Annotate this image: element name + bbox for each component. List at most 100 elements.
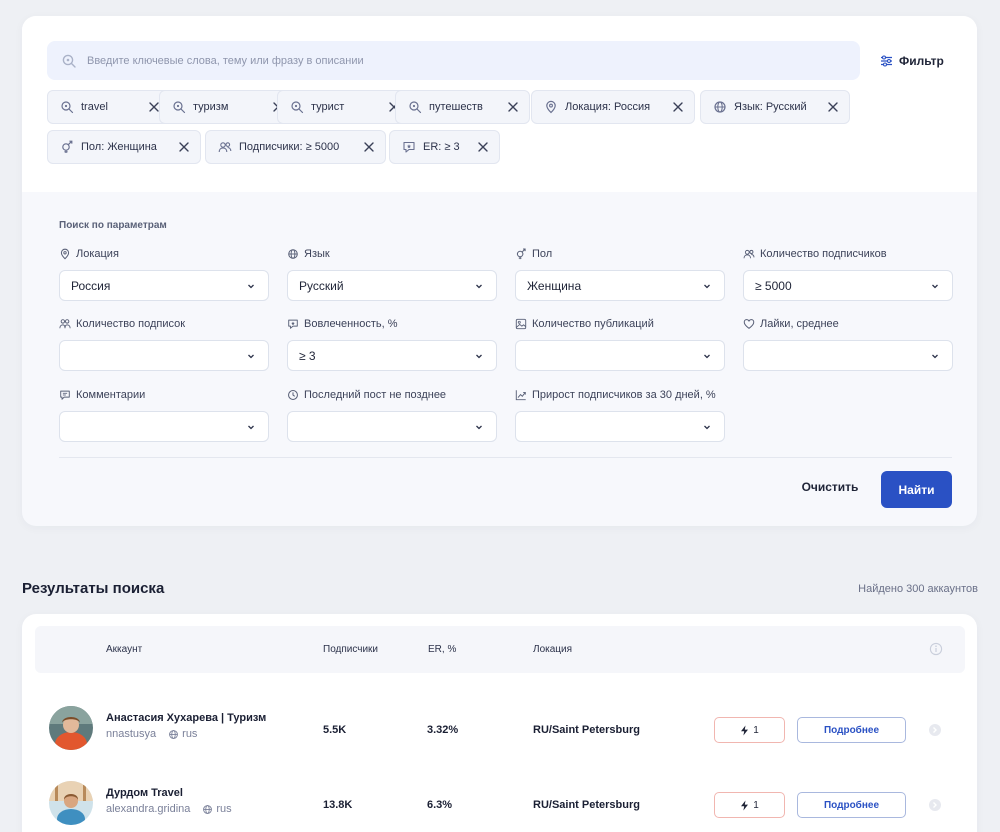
likes-avg-select[interactable] xyxy=(743,340,953,371)
arrow-right-circle-icon[interactable] xyxy=(928,723,942,737)
keyword-search-icon xyxy=(172,100,186,114)
last-post-select[interactable] xyxy=(287,411,497,442)
chip-label: ER: ≥ 3 xyxy=(423,141,460,153)
search-bar[interactable] xyxy=(47,41,860,80)
chip-label: путешеств xyxy=(429,101,483,113)
gender-select[interactable]: Женщина xyxy=(515,270,725,301)
filter-label: Фильтр xyxy=(899,54,944,68)
comment-icon xyxy=(59,389,71,401)
arrow-right-circle-icon[interactable] xyxy=(928,798,942,812)
table-row[interactable]: Анастасия Хухарева | Туризм nnastusya ru… xyxy=(22,700,977,760)
keyword-search-icon xyxy=(290,100,304,114)
results-card: Аккаунт Подписчики ER, % Локация Анастас… xyxy=(22,614,977,832)
er-value: 6.3% xyxy=(427,799,453,811)
close-icon[interactable] xyxy=(363,141,375,153)
account-language: rus xyxy=(216,803,232,815)
info-icon[interactable] xyxy=(929,642,943,656)
column-header-location: Локация xyxy=(533,644,573,655)
chevron-down-icon xyxy=(930,351,940,361)
image-icon xyxy=(515,318,527,330)
results-title: Результаты поиска xyxy=(22,580,165,597)
chip-location[interactable]: Локация: Россия xyxy=(531,90,695,124)
clear-button[interactable]: Очистить xyxy=(794,480,866,498)
field-following-count: Количество подписок xyxy=(59,317,269,371)
account-name[interactable]: Дурдом Travel xyxy=(106,787,183,799)
boost-button[interactable]: 1 xyxy=(714,792,785,818)
chip-keyword-travel-ru[interactable]: путешеств xyxy=(395,90,530,124)
chip-er[interactable]: ER: ≥ 3 xyxy=(389,130,500,164)
field-label: Количество подписчиков xyxy=(760,248,887,260)
close-icon[interactable] xyxy=(827,101,839,113)
chevron-down-icon xyxy=(702,422,712,432)
close-icon[interactable] xyxy=(507,101,519,113)
chip-keyword-tourism[interactable]: туризм xyxy=(159,90,295,124)
table-header: Аккаунт Подписчики ER, % Локация xyxy=(35,626,965,673)
followers-growth-select[interactable] xyxy=(515,411,725,442)
engagement-select[interactable]: ≥ 3 xyxy=(287,340,497,371)
close-icon[interactable] xyxy=(672,101,684,113)
chip-language[interactable]: Язык: Русский xyxy=(700,90,850,124)
search-icon xyxy=(61,53,77,69)
table-row[interactable]: Дурдом Travel alexandra.gridina rus 13.8… xyxy=(22,775,977,832)
field-value: ≥ 5000 xyxy=(755,278,792,293)
avatar[interactable] xyxy=(49,781,93,825)
field-language: Язык Русский xyxy=(287,247,497,301)
avatar[interactable] xyxy=(49,706,93,750)
boost-button[interactable]: 1 xyxy=(714,717,785,743)
find-button[interactable]: Найти xyxy=(881,471,952,508)
keyword-search-icon xyxy=(408,100,422,114)
posts-count-select[interactable] xyxy=(515,340,725,371)
growth-chart-icon xyxy=(515,389,527,401)
search-input[interactable] xyxy=(87,54,860,67)
chip-label: туризм xyxy=(193,101,229,113)
field-label: Язык xyxy=(304,248,330,260)
search-zone: Фильтр travel туризм турист путешеств xyxy=(22,16,977,192)
account-language: rus xyxy=(182,728,198,740)
lightning-icon xyxy=(740,800,749,811)
clock-icon xyxy=(287,389,299,401)
chevron-down-icon xyxy=(702,281,712,291)
globe-icon xyxy=(713,100,727,114)
chip-keyword-travel[interactable]: travel xyxy=(47,90,171,124)
field-label: Лайки, среднее xyxy=(760,318,839,330)
field-label: Количество подписок xyxy=(76,318,186,330)
location-select[interactable]: Россия xyxy=(59,270,269,301)
results-count: Найдено 300 аккаунтов xyxy=(858,583,978,595)
details-button[interactable]: Подробнее xyxy=(797,717,906,743)
chip-keyword-tourist[interactable]: турист xyxy=(277,90,411,124)
chip-label: Локация: Россия xyxy=(565,101,651,113)
divider xyxy=(59,457,952,458)
chevron-down-icon xyxy=(474,351,484,361)
field-label: Комментарии xyxy=(76,389,146,401)
followers-count-select[interactable]: ≥ 5000 xyxy=(743,270,953,301)
chip-gender[interactable]: Пол: Женщина xyxy=(47,130,201,164)
language-select[interactable]: Русский xyxy=(287,270,497,301)
following-count-select[interactable] xyxy=(59,340,269,371)
followers-value: 5.5K xyxy=(323,724,347,736)
field-label: Количество публикаций xyxy=(532,318,654,330)
details-button[interactable]: Подробнее xyxy=(797,792,906,818)
filter-button[interactable]: Фильтр xyxy=(880,51,944,71)
account-name[interactable]: Анастасия Хухарева | Туризм xyxy=(106,712,266,724)
close-icon[interactable] xyxy=(477,141,489,153)
engagement-icon xyxy=(402,140,416,154)
users-icon xyxy=(218,140,232,154)
heart-icon xyxy=(743,318,755,330)
keyword-search-icon xyxy=(60,100,74,114)
chip-label: Подписчики: ≥ 5000 xyxy=(239,141,340,153)
chip-followers[interactable]: Подписчики: ≥ 5000 xyxy=(205,130,386,164)
comments-select[interactable] xyxy=(59,411,269,442)
globe-icon xyxy=(287,248,299,260)
column-header-er: ER, % xyxy=(428,644,457,655)
chevron-down-icon xyxy=(474,281,484,291)
chip-label: Язык: Русский xyxy=(734,101,807,113)
gender-icon xyxy=(515,248,527,260)
field-followers-growth: Прирост подписчиков за 30 дней, % xyxy=(515,388,725,442)
account-meta: nnastusya rus xyxy=(106,728,197,740)
account-username: nnastusya xyxy=(106,728,157,740)
globe-icon xyxy=(168,729,179,740)
chip-label: турист xyxy=(311,101,345,113)
close-icon[interactable] xyxy=(178,141,190,153)
chevron-down-icon xyxy=(246,281,256,291)
column-header-followers: Подписчики xyxy=(323,644,379,655)
